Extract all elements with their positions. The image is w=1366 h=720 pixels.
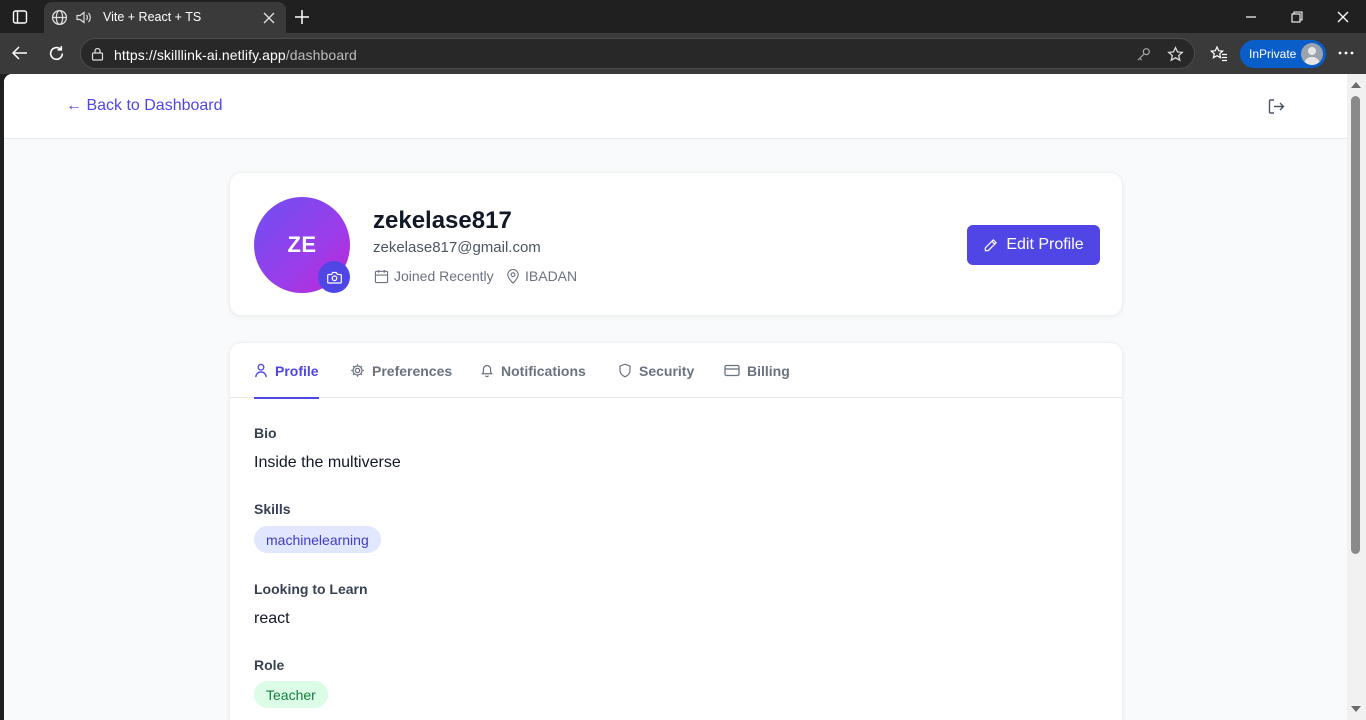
- bell-icon: [481, 364, 493, 378]
- page-viewport: ← Back to Dashboard ZE zekelase817 zekel…: [4, 74, 1347, 720]
- url-path: /dashboard: [285, 47, 357, 63]
- skills-label: Skills: [254, 501, 291, 517]
- credit-card-icon: [724, 364, 740, 377]
- more-menu-icon[interactable]: [1335, 42, 1357, 64]
- minimize-icon[interactable]: [1240, 6, 1262, 28]
- skill-chip: machinelearning: [254, 526, 381, 553]
- pencil-icon: [985, 238, 998, 251]
- tab-profile[interactable]: Profile: [254, 343, 319, 399]
- change-photo-button[interactable]: [318, 261, 350, 293]
- profile-tabs: Profile Preferences Notifications Securi…: [230, 343, 1122, 399]
- location-meta: IBADAN: [506, 268, 577, 284]
- refresh-icon[interactable]: [45, 42, 67, 64]
- page-header: ← Back to Dashboard: [4, 74, 1347, 139]
- avatar: [1301, 43, 1323, 65]
- profile-email: zekelase817@gmail.com: [373, 239, 541, 256]
- bio-value: Inside the multiverse: [254, 454, 401, 471]
- map-pin-icon: [507, 268, 519, 284]
- tab-label: Profile: [275, 362, 319, 379]
- globe-icon: [51, 9, 68, 26]
- scrollbar-thumb[interactable]: [1351, 96, 1360, 554]
- tab-billing[interactable]: Billing: [724, 343, 790, 398]
- joined-meta: Joined Recently: [374, 268, 494, 284]
- close-tab-icon[interactable]: [263, 12, 275, 24]
- tab-security[interactable]: Security: [618, 343, 694, 398]
- tab-label: Security: [639, 362, 695, 379]
- shield-icon: [619, 363, 631, 378]
- profile-username: zekelase817: [373, 207, 512, 234]
- restore-icon[interactable]: [1286, 6, 1308, 28]
- page-scrollbar[interactable]: [1347, 74, 1366, 720]
- key-icon[interactable]: [1136, 47, 1151, 62]
- speaker-icon[interactable]: [75, 9, 93, 26]
- back-arrow-icon[interactable]: [9, 42, 31, 64]
- gear-icon: [351, 364, 364, 377]
- back-to-dashboard-link[interactable]: ← Back to Dashboard: [66, 97, 223, 115]
- url-host: https://skilllink-ai.netlify.app: [114, 47, 286, 63]
- calendar-icon: [374, 269, 389, 283]
- profile-card: ZE zekelase817 zekelase817@gmail.com Joi…: [229, 172, 1123, 316]
- browser-tab[interactable]: Vite + React + TS: [44, 2, 286, 33]
- url-text: https://skilllink-ai.netlify.app/dashboa…: [114, 47, 357, 63]
- lock-icon[interactable]: [91, 47, 104, 61]
- user-icon: [255, 363, 267, 378]
- favorites-icon[interactable]: [1208, 42, 1230, 64]
- inprivate-label: InPrivate: [1249, 47, 1297, 61]
- tab-label: Billing: [747, 362, 790, 379]
- tab-label: Preferences: [372, 362, 453, 379]
- learn-label: Looking to Learn: [254, 581, 368, 597]
- favorite-star-icon[interactable]: [1167, 46, 1184, 63]
- tab-actions-icon[interactable]: [9, 6, 31, 28]
- location-text: IBADAN: [525, 268, 578, 284]
- avatar-initials: ZE: [287, 232, 317, 257]
- bio-label: Bio: [254, 425, 277, 441]
- role-label: Role: [254, 657, 285, 673]
- logout-icon[interactable]: [1266, 96, 1286, 116]
- scroll-up-arrow-icon[interactable]: [1351, 82, 1361, 88]
- joined-text: Joined Recently: [394, 268, 494, 284]
- address-bar[interactable]: https://skilllink-ai.netlify.app/dashboa…: [80, 38, 1195, 69]
- role-chip: Teacher: [254, 681, 328, 708]
- browser-toolbar: https://skilllink-ai.netlify.app/dashboa…: [0, 33, 1366, 74]
- edit-profile-label: Edit Profile: [1006, 236, 1084, 253]
- learn-value: react: [254, 610, 290, 627]
- browser-tab-bar: Vite + React + TS: [0, 0, 1366, 33]
- tab-notifications[interactable]: Notifications: [480, 343, 586, 398]
- scroll-down-arrow-icon[interactable]: [1351, 706, 1361, 712]
- camera-icon: [326, 271, 342, 284]
- edit-profile-button[interactable]: Edit Profile: [967, 225, 1100, 265]
- new-tab-button[interactable]: [290, 5, 314, 29]
- tab-label: Notifications: [501, 362, 586, 379]
- tab-preferences[interactable]: Preferences: [350, 343, 452, 398]
- profile-tabs-card: Profile Preferences Notifications Securi…: [229, 342, 1123, 720]
- inprivate-badge[interactable]: InPrivate: [1240, 40, 1326, 68]
- tab-title: Vite + React + TS: [103, 10, 202, 24]
- close-window-icon[interactable]: [1332, 6, 1354, 28]
